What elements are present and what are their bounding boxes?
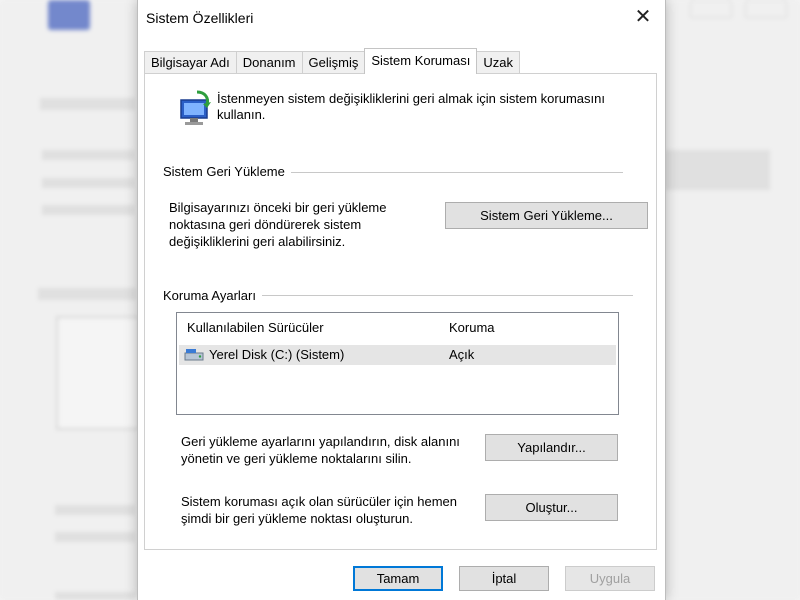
cancel-button[interactable]: İptal xyxy=(459,566,549,591)
ok-button[interactable]: Tamam xyxy=(353,566,443,591)
intro-line: kullanın. xyxy=(217,107,266,122)
drive-name: Yerel Disk (C:) (Sistem) xyxy=(209,347,345,362)
background-text xyxy=(38,288,136,300)
background-text xyxy=(55,592,135,600)
background-text xyxy=(42,150,134,160)
description-line: Sistem koruması açık olan sürücüler için… xyxy=(181,494,458,509)
tab-system-protection[interactable]: Sistem Koruması xyxy=(364,48,478,74)
description-line: yönetin ve geri yükleme noktalarını sili… xyxy=(181,451,412,466)
background-app-icon xyxy=(48,0,90,30)
column-header-drives[interactable]: Kullanılabilen Sürücüler xyxy=(187,320,324,335)
configure-button[interactable]: Yapılandır... xyxy=(485,434,618,461)
background-button xyxy=(664,150,770,190)
configure-description: Geri yükleme ayarlarını yapılandırın, di… xyxy=(181,433,481,467)
background-text xyxy=(42,205,134,215)
create-button[interactable]: Oluştur... xyxy=(485,494,618,521)
drive-protection-status: Açık xyxy=(449,347,475,362)
column-header-protection[interactable]: Koruma xyxy=(449,320,495,335)
create-description: Sistem koruması açık olan sürücüler için… xyxy=(181,493,481,527)
intro-line: İstenmeyen sistem değişikliklerini geri … xyxy=(217,91,605,106)
dialog-title: Sistem Özellikleri xyxy=(146,10,254,26)
description-line: noktasına geri döndürerek sistem xyxy=(169,217,362,232)
system-restore-button[interactable]: Sistem Geri Yükleme... xyxy=(445,202,648,229)
apply-button[interactable]: Uygula xyxy=(565,566,655,591)
background-titlebar-button xyxy=(745,0,787,18)
system-protection-icon xyxy=(180,90,211,125)
tab-hardware[interactable]: Donanım xyxy=(235,51,303,74)
protection-settings-section-label: Koruma Ayarları xyxy=(163,288,262,303)
system-properties-dialog: Sistem Özellikleri ✕ Bilgisayar Adı Dona… xyxy=(137,0,666,600)
description-line: Bilgisayarınızı önceki bir geri yükleme xyxy=(169,200,387,215)
tab-remote[interactable]: Uzak xyxy=(476,51,520,74)
system-restore-description: Bilgisayarınızı önceki bir geri yükleme … xyxy=(169,199,429,250)
tab-strip: Bilgisayar Adı Donanım Gelişmiş Sistem K… xyxy=(144,48,520,74)
system-restore-section-label: Sistem Geri Yükleme xyxy=(163,164,291,179)
background-text xyxy=(42,178,134,188)
background-text xyxy=(55,505,135,515)
tab-computer-name[interactable]: Bilgisayar Adı xyxy=(144,51,237,74)
intro-text: İstenmeyen sistem değişikliklerini geri … xyxy=(217,91,637,123)
background-titlebar-button xyxy=(690,0,732,18)
drives-list[interactable]: Kullanılabilen Sürücüler Koruma Yerel Di… xyxy=(176,312,619,415)
table-row[interactable]: Yerel Disk (C:) (Sistem) Açık xyxy=(179,345,616,365)
background-list xyxy=(56,316,140,430)
background-text xyxy=(55,532,135,542)
tab-advanced[interactable]: Gelişmiş xyxy=(301,51,366,74)
close-icon[interactable]: ✕ xyxy=(629,4,657,30)
description-line: Geri yükleme ayarlarını yapılandırın, di… xyxy=(181,434,460,449)
tab-panel-system-protection: İstenmeyen sistem değişikliklerini geri … xyxy=(144,73,657,550)
background-text xyxy=(40,98,135,110)
drives-list-header: Kullanılabilen Sürücüler Koruma xyxy=(177,313,618,339)
description-line: değişikliklerini geri alabilirsiniz. xyxy=(169,234,346,249)
hard-disk-icon xyxy=(184,349,204,361)
description-line: şimdi bir geri yükleme noktası oluşturun… xyxy=(181,511,413,526)
